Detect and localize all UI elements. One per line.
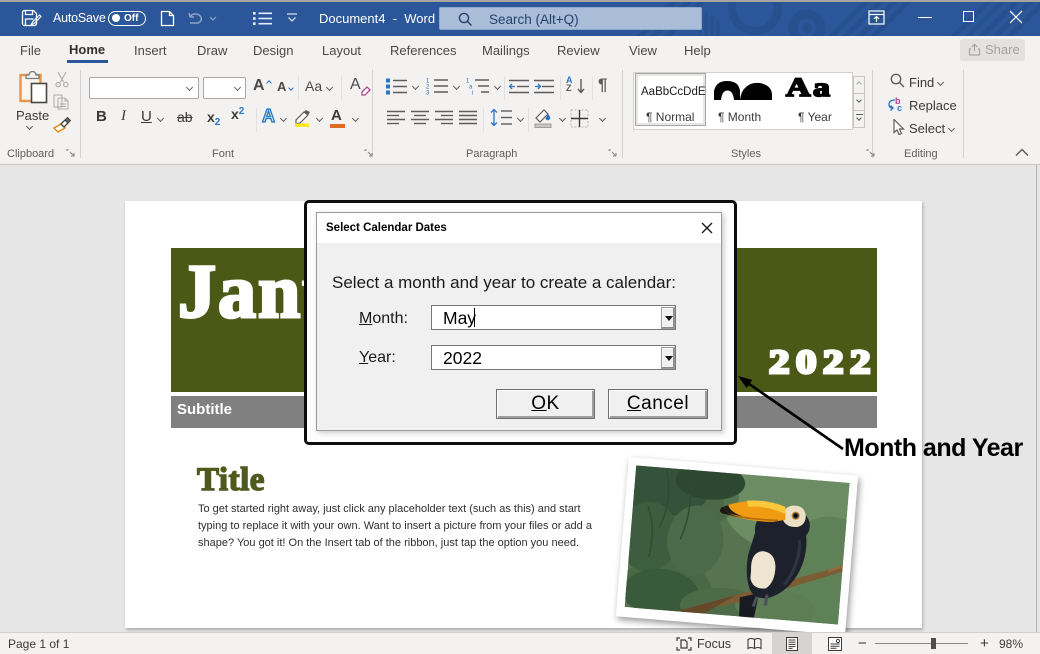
svg-text:3: 3 — [426, 91, 430, 96]
svg-text:i: i — [472, 91, 473, 96]
svg-text:c: c — [897, 103, 902, 112]
